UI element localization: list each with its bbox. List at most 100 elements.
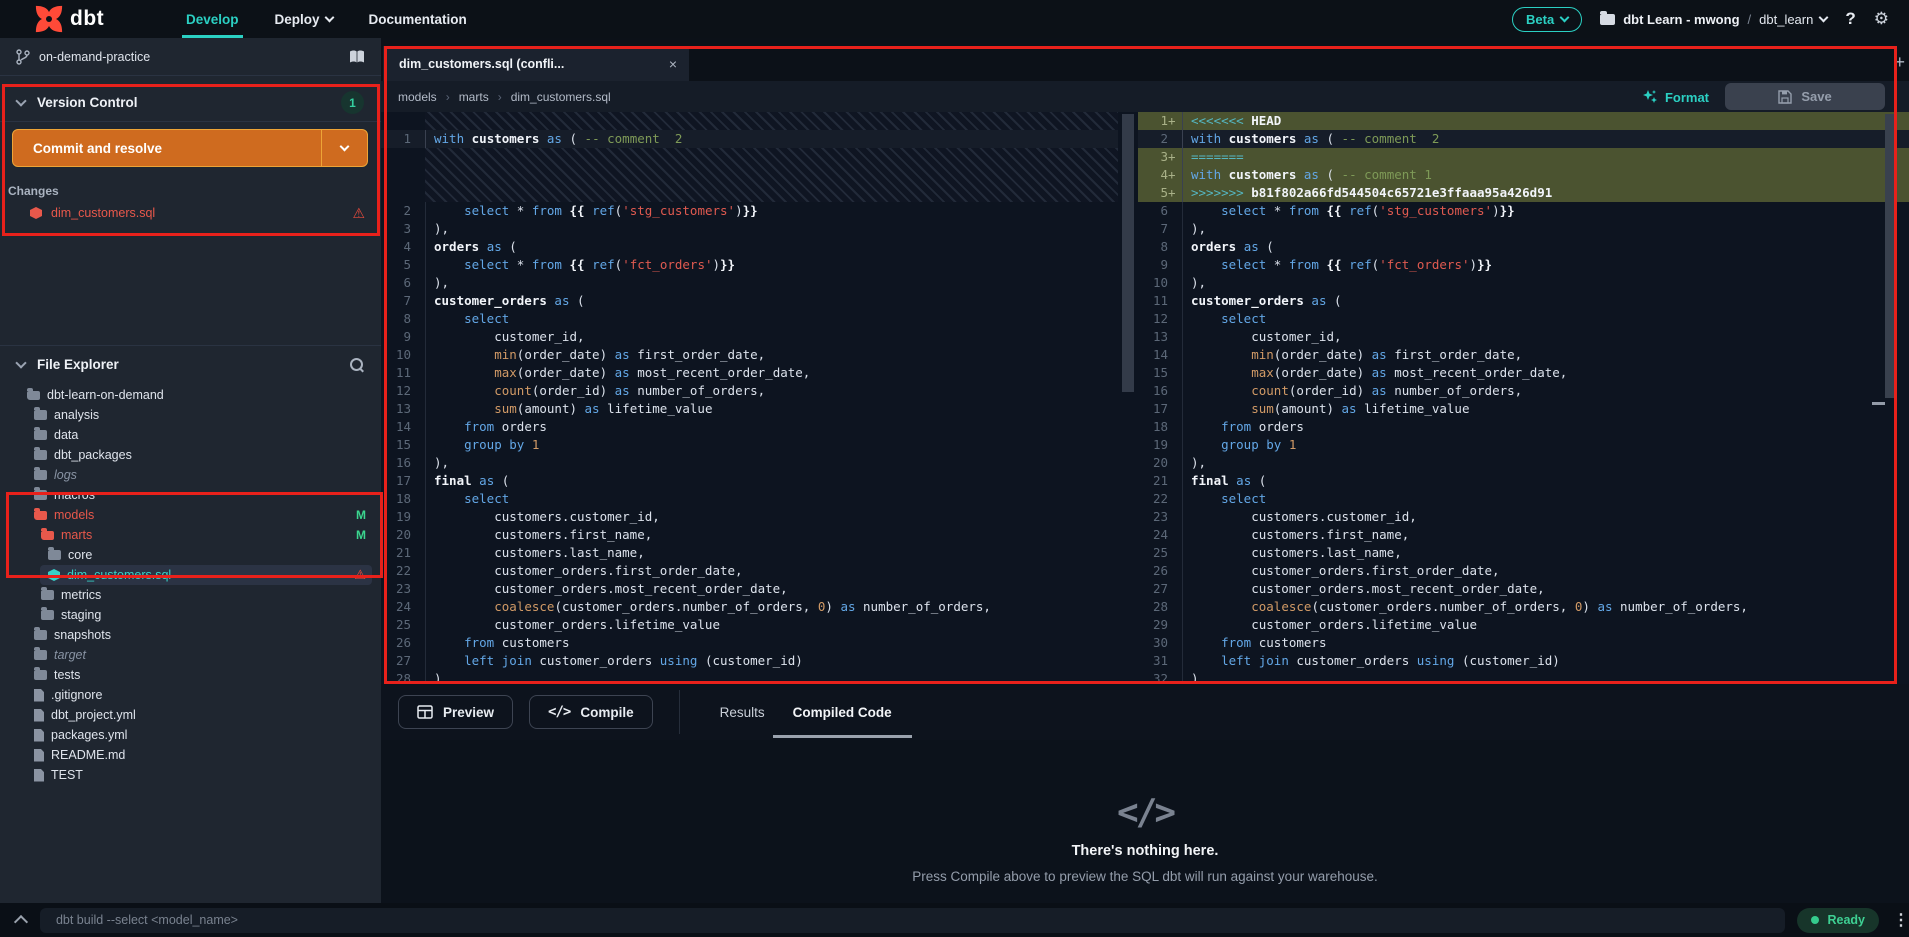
tree-item-packages-yml[interactable]: packages.yml [0, 725, 381, 745]
code-line-22[interactable]: 22 select [1138, 490, 1909, 508]
code-line-11[interactable]: 11 customer_orders as ( [1138, 292, 1909, 310]
code-line-9[interactable]: 9 customer_id, [381, 328, 1118, 346]
code-line-13[interactable]: 13 sum(amount) as lifetime_value [381, 400, 1118, 418]
nav-deploy[interactable]: Deploy [261, 0, 347, 38]
code-line-9[interactable]: 9 select * from {{ ref('fct_orders')}} [1138, 256, 1909, 274]
code-line-20[interactable]: 20), [1138, 454, 1909, 472]
nav-documentation[interactable]: Documentation [355, 0, 481, 38]
search-icon[interactable] [350, 357, 364, 372]
editor-split-scrollbar[interactable] [1118, 112, 1138, 684]
code-line-8[interactable]: 8 orders as ( [1138, 238, 1909, 256]
code-line-8[interactable]: 8 select [381, 310, 1118, 328]
chevron-up-icon[interactable] [13, 914, 29, 930]
code-line-24[interactable]: 24 customers.first_name, [1138, 526, 1909, 544]
code-line-15[interactable]: 15 max(order_date) as most_recent_order_… [1138, 364, 1909, 382]
commit-options-button[interactable] [321, 130, 367, 166]
code-line-30[interactable]: 30 from customers [1138, 634, 1909, 652]
code-line-32[interactable]: 32) [1138, 670, 1909, 684]
code-line-18[interactable]: 18 select [381, 490, 1118, 508]
code-line-26[interactable]: 26 customer_orders.first_order_date, [1138, 562, 1909, 580]
code-line-4[interactable]: 4 + with customers as ( -- comment 1 [1138, 166, 1909, 184]
format-button[interactable]: Format [1642, 85, 1709, 109]
code-line-3[interactable]: 3), [381, 220, 1118, 238]
code-line-26[interactable]: 26 from customers [381, 634, 1118, 652]
code-line-21[interactable]: 21 final as ( [1138, 472, 1909, 490]
scrollbar-thumb[interactable] [1122, 114, 1134, 392]
project-name[interactable]: dbt Learn - mwong [1623, 12, 1739, 27]
tree-item-dim-customers-sql[interactable]: dim_customers.sql ⚠ [0, 565, 381, 585]
tree-item-dbt-project-yml[interactable]: dbt_project.yml [0, 705, 381, 725]
command-input[interactable]: dbt build --select <model_name> [39, 907, 1786, 933]
tree-item-test[interactable]: TEST [0, 765, 381, 785]
tab-dim-customers[interactable]: dim_customers.sql (confli... × [383, 46, 689, 81]
tree-item-marts[interactable]: marts M [0, 525, 381, 545]
code-line-5[interactable]: 5 select * from {{ ref('fct_orders')}} [381, 256, 1118, 274]
code-line-15[interactable]: 15 group by 1 [381, 436, 1118, 454]
editor-pane-incoming[interactable]: 1 + <<<<<<< HEAD 2 with customers as ( -- co… [1138, 112, 1909, 684]
tree-item-target[interactable]: target [0, 645, 381, 665]
breadcrumb-marts[interactable]: marts [459, 90, 489, 104]
code-line-2[interactable]: 2 select * from {{ ref('stg_customers')}… [381, 202, 1118, 220]
code-line-11[interactable]: 11 max(order_date) as most_recent_order_… [381, 364, 1118, 382]
code-line-28[interactable]: 28 coalesce(customer_orders.number_of_or… [1138, 598, 1909, 616]
file-explorer-header[interactable]: File Explorer [0, 345, 381, 383]
breadcrumb-file[interactable]: dim_customers.sql [511, 90, 611, 104]
code-line-10[interactable]: 10), [1138, 274, 1909, 292]
code-line-25[interactable]: 25 customers.last_name, [1138, 544, 1909, 562]
preview-button[interactable]: Preview [398, 695, 514, 729]
code-line-29[interactable]: 29 customer_orders.lifetime_value [1138, 616, 1909, 634]
code-line-14[interactable]: 14 from orders [381, 418, 1118, 436]
code-line-24[interactable]: 24 coalesce(customer_orders.number_of_or… [381, 598, 1118, 616]
code-line-6[interactable]: 6 select * from {{ ref('stg_customers')}… [1138, 202, 1909, 220]
compile-button[interactable]: </> Compile [529, 695, 653, 729]
tree-item-dbt-learn-on-demand[interactable]: dbt-learn-on-demand [0, 385, 381, 405]
code-line-20[interactable]: 20 customers.first_name, [381, 526, 1118, 544]
code-line-27[interactable]: 27 left join customer_orders using (cust… [381, 652, 1118, 670]
code-line-2[interactable]: 2 with customers as ( -- comment 2 [1138, 130, 1909, 148]
code-line-23[interactable]: 23 customers.customer_id, [1138, 508, 1909, 526]
code-line-1[interactable]: 1 + <<<<<<< HEAD [1138, 112, 1909, 130]
help-icon[interactable]: ? [1845, 9, 1855, 29]
code-line-19[interactable]: 19 customers.customer_id, [381, 508, 1118, 526]
tree-item-data[interactable]: data [0, 425, 381, 445]
code-line-23[interactable]: 23 customer_orders.most_recent_order_dat… [381, 580, 1118, 598]
code-line-28[interactable]: 28) [381, 670, 1118, 684]
tree-item-staging[interactable]: staging [0, 605, 381, 625]
code-line-16[interactable]: 16 count(order_id) as number_of_orders, [1138, 382, 1909, 400]
code-line-4[interactable]: 4 orders as ( [381, 238, 1118, 256]
commit-and-resolve-button[interactable]: Commit and resolve [12, 129, 368, 167]
code-line-10[interactable]: 10 min(order_date) as first_order_date, [381, 346, 1118, 364]
tree-item-core[interactable]: core [0, 545, 381, 565]
tree-item-logs[interactable]: logs [0, 465, 381, 485]
code-line-17[interactable]: 17 sum(amount) as lifetime_value [1138, 400, 1909, 418]
version-control-header[interactable]: Version Control 1 [0, 84, 381, 122]
code-line-3[interactable]: 3 + ======= [1138, 148, 1909, 166]
code-line-5[interactable]: 5 + >>>>>>> b81f802a66fd544504c65721e3ffaa… [1138, 184, 1909, 202]
beta-dropdown[interactable]: Beta [1512, 6, 1583, 32]
tree-item-models[interactable]: models M [0, 505, 381, 525]
close-icon[interactable]: × [669, 56, 677, 72]
gear-icon[interactable]: ⚙ [1874, 9, 1889, 29]
code-line-18[interactable]: 18 from orders [1138, 418, 1909, 436]
code-line-16[interactable]: 16), [381, 454, 1118, 472]
code-line-31[interactable]: 31 left join customer_orders using (cust… [1138, 652, 1909, 670]
code-line-6[interactable]: 6), [381, 274, 1118, 292]
tree-item-macros[interactable]: macros [0, 485, 381, 505]
code-line-25[interactable]: 25 customer_orders.lifetime_value [381, 616, 1118, 634]
code-line-1[interactable]: 1 with customers as ( -- comment 2 [381, 130, 1118, 148]
tree-item-tests[interactable]: tests [0, 665, 381, 685]
code-line-22[interactable]: 22 customer_orders.first_order_date, [381, 562, 1118, 580]
code-line-19[interactable]: 19 group by 1 [1138, 436, 1909, 454]
tree-item-metrics[interactable]: metrics [0, 585, 381, 605]
tree-item-snapshots[interactable]: snapshots [0, 625, 381, 645]
breadcrumb-models[interactable]: models [398, 90, 437, 104]
tree-item-analysis[interactable]: analysis [0, 405, 381, 425]
environment-select[interactable]: dbt_learn [1759, 12, 1829, 27]
dbt-logo[interactable]: dbt [34, 4, 144, 34]
tree-item-readme-md[interactable]: README.md [0, 745, 381, 765]
git-branch-row[interactable]: on-demand-practice [0, 38, 381, 76]
code-line-12[interactable]: 12 select [1138, 310, 1909, 328]
code-line-17[interactable]: 17 final as ( [381, 472, 1118, 490]
more-menu-icon[interactable]: ⋮ [1893, 910, 1909, 930]
nav-develop[interactable]: Develop [172, 0, 253, 38]
